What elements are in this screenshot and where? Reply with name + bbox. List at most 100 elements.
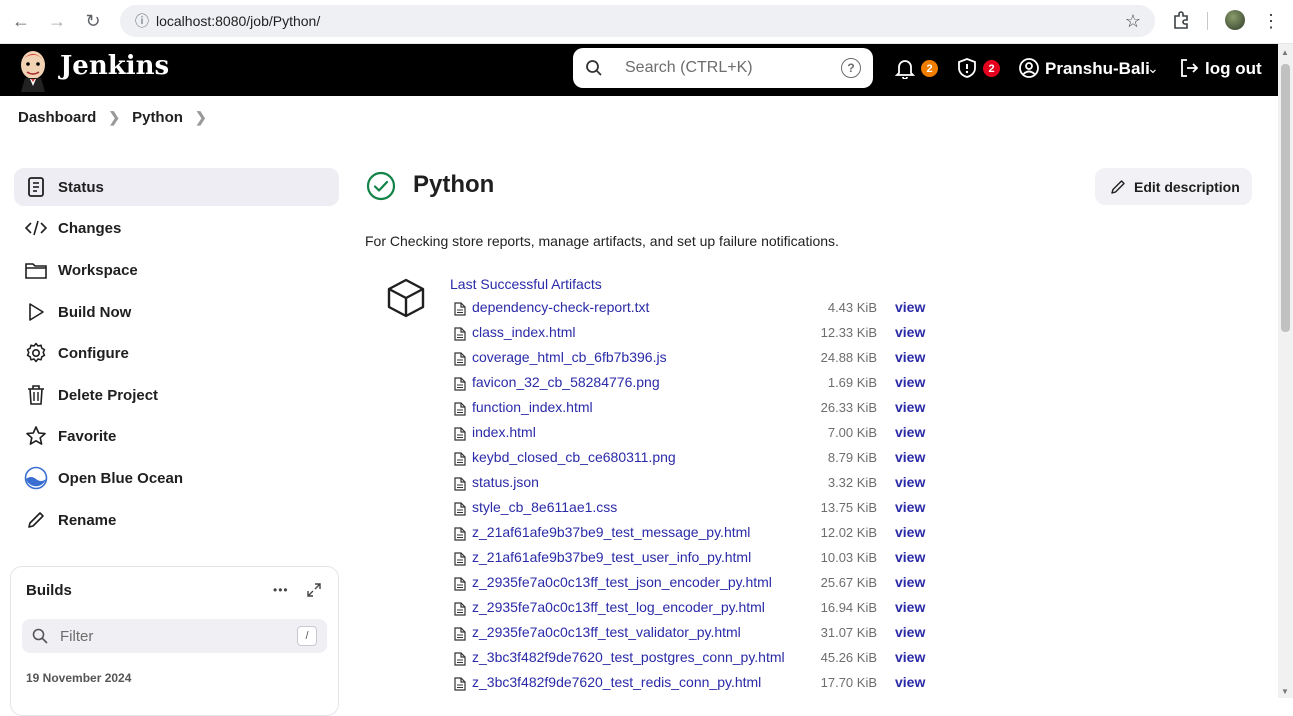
artifact-view-link[interactable]: view	[895, 499, 925, 515]
artifact-view-link[interactable]: view	[895, 474, 925, 490]
sidebar-item-open-blue-ocean[interactable]: Open Blue Ocean	[14, 459, 339, 497]
back-icon[interactable]: ←	[8, 8, 34, 34]
page-scrollbar[interactable]: ▲ ▼	[1278, 44, 1293, 698]
artifact-file-link[interactable]: z_3bc3f482f9de7620_test_redis_conn_py.ht…	[472, 674, 761, 690]
artifact-view-link[interactable]: view	[895, 599, 925, 615]
artifact-file-link[interactable]: z_2935fe7a0c0c13ff_test_validator_py.htm…	[472, 624, 741, 640]
browser-menu-icon[interactable]: ⋮	[1262, 10, 1280, 32]
logout-icon[interactable]	[1178, 57, 1200, 79]
security-shield-icon[interactable]	[956, 57, 978, 79]
artifact-file-link[interactable]: function_index.html	[472, 399, 593, 415]
artifact-file-link[interactable]: class_index.html	[472, 324, 576, 340]
artifact-file-size: 12.02 KiB	[820, 525, 877, 540]
breadcrumb-separator-icon[interactable]: ❯	[108, 109, 120, 126]
file-icon	[454, 477, 466, 491]
artifact-row: status.json 3.32 KiB view	[452, 469, 932, 494]
sidebar-item-configure[interactable]: Configure	[14, 334, 339, 372]
artifact-view-link[interactable]: view	[895, 449, 925, 465]
security-badge[interactable]: 2	[983, 60, 1000, 77]
scroll-up-icon[interactable]: ▲	[1281, 48, 1289, 57]
jenkins-logo[interactable]	[17, 48, 49, 92]
builds-filter-input[interactable]: Filter /	[22, 619, 327, 653]
artifact-file-link[interactable]: z_2935fe7a0c0c13ff_test_log_encoder_py.h…	[472, 599, 765, 615]
notifications-badge[interactable]: 2	[921, 60, 938, 77]
artifact-row: z_2935fe7a0c0c13ff_test_validator_py.htm…	[452, 619, 932, 644]
artifact-file-link[interactable]: style_cb_8e611ae1.css	[472, 499, 617, 515]
file-icon	[454, 302, 466, 316]
search-input[interactable]: Search (CTRL+K)	[625, 59, 753, 77]
file-icon	[454, 552, 466, 566]
more-options-icon[interactable]: •••	[273, 583, 289, 597]
artifact-view-link[interactable]: view	[895, 524, 925, 540]
artifact-file-link[interactable]: z_2935fe7a0c0c13ff_test_json_encoder_py.…	[472, 574, 772, 590]
artifact-file-size: 8.79 KiB	[827, 450, 877, 465]
sidebar-item-build-now[interactable]: Build Now	[14, 293, 339, 331]
sidebar-item-label: Open Blue Ocean	[58, 469, 184, 487]
pencil-icon	[1111, 179, 1125, 194]
artifact-file-link[interactable]: status.json	[472, 474, 539, 490]
search-help-icon[interactable]: ?	[841, 58, 861, 78]
artifact-row: z_3bc3f482f9de7620_test_redis_conn_py.ht…	[452, 669, 932, 694]
notifications-bell-icon[interactable]	[894, 57, 916, 79]
artifact-view-link[interactable]: view	[895, 299, 925, 315]
artifact-row: dependency-check-report.txt 4.43 KiB view	[452, 294, 932, 319]
edit-description-label: Edit description	[1134, 178, 1240, 195]
artifact-row: function_index.html 26.33 KiB view	[452, 394, 932, 419]
filter-shortcut-key: /	[297, 626, 317, 646]
artifact-view-link[interactable]: view	[895, 574, 925, 590]
logout-link[interactable]: log out	[1205, 59, 1262, 79]
scrollbar-thumb[interactable]	[1281, 64, 1290, 332]
forward-icon[interactable]: →	[44, 8, 70, 34]
artifact-file-link[interactable]: favicon_32_cb_58284776.png	[472, 374, 660, 390]
site-info-icon[interactable]: ⓘ	[130, 11, 154, 31]
artifact-view-link[interactable]: view	[895, 424, 925, 440]
profile-avatar[interactable]	[1225, 10, 1245, 30]
sidebar-item-workspace[interactable]: Workspace	[14, 251, 339, 289]
artifact-view-link[interactable]: view	[895, 624, 925, 640]
gear-icon	[24, 341, 48, 365]
artifact-file-link[interactable]: z_21af61afe9b37be9_test_message_py.html	[472, 524, 750, 540]
scroll-down-icon[interactable]: ▼	[1281, 687, 1289, 696]
reload-icon[interactable]: ↻	[80, 8, 106, 34]
artifact-file-size: 13.75 KiB	[820, 500, 877, 515]
artifact-file-size: 24.88 KiB	[820, 350, 877, 365]
artifact-file-link[interactable]: z_3bc3f482f9de7620_test_postgres_conn_py…	[472, 649, 785, 665]
sidebar-item-rename[interactable]: Rename	[14, 501, 339, 539]
artifact-file-link[interactable]: keybd_closed_cb_ce680311.png	[472, 449, 676, 465]
user-menu-name[interactable]: Pranshu-Bali	[1045, 59, 1150, 79]
user-icon[interactable]	[1018, 57, 1040, 79]
bookmark-star-icon[interactable]: ☆	[1125, 11, 1141, 32]
breadcrumb-separator-icon[interactable]: ❯	[195, 109, 207, 126]
sidebar-item-favorite[interactable]: Favorite	[14, 417, 339, 455]
artifact-view-link[interactable]: view	[895, 649, 925, 665]
breadcrumb-dashboard[interactable]: Dashboard	[18, 109, 96, 126]
artifact-file-link[interactable]: dependency-check-report.txt	[472, 299, 649, 315]
artifact-view-link[interactable]: view	[895, 549, 925, 565]
artifact-file-size: 16.94 KiB	[820, 600, 877, 615]
sidebar-item-status[interactable]: Status	[14, 168, 339, 206]
last-successful-artifacts-link[interactable]: Last Successful Artifacts	[450, 276, 602, 292]
edit-description-button[interactable]: Edit description	[1095, 168, 1252, 205]
breadcrumb-python[interactable]: Python	[132, 109, 183, 126]
artifact-file-link[interactable]: z_21af61afe9b37be9_test_user_info_py.htm…	[472, 549, 751, 565]
artifact-file-link[interactable]: coverage_html_cb_6fb7b396.js	[472, 349, 667, 365]
success-check-icon	[366, 171, 396, 201]
chevron-down-icon[interactable]: ⌄	[1147, 60, 1159, 77]
artifact-view-link[interactable]: view	[895, 349, 925, 365]
artifact-file-link[interactable]: index.html	[472, 424, 536, 440]
extensions-icon[interactable]	[1172, 10, 1192, 30]
package-box-icon	[387, 278, 425, 318]
artifact-view-link[interactable]: view	[895, 399, 925, 415]
sidebar-item-label: Status	[58, 178, 104, 196]
address-bar[interactable]: ⓘ localhost:8080/job/Python/ ☆	[120, 5, 1155, 37]
sidebar-item-changes[interactable]: Changes	[14, 209, 339, 247]
search-box[interactable]: Search (CTRL+K) ?	[573, 48, 873, 88]
sidebar-item-delete-project[interactable]: Delete Project	[14, 376, 339, 414]
file-icon	[454, 677, 466, 691]
brand-name[interactable]: Jenkins	[60, 51, 169, 81]
artifact-view-link[interactable]: view	[895, 374, 925, 390]
artifact-view-link[interactable]: view	[895, 674, 925, 690]
expand-icon[interactable]	[307, 583, 321, 597]
artifact-view-link[interactable]: view	[895, 324, 925, 340]
pencil-icon	[24, 508, 48, 532]
